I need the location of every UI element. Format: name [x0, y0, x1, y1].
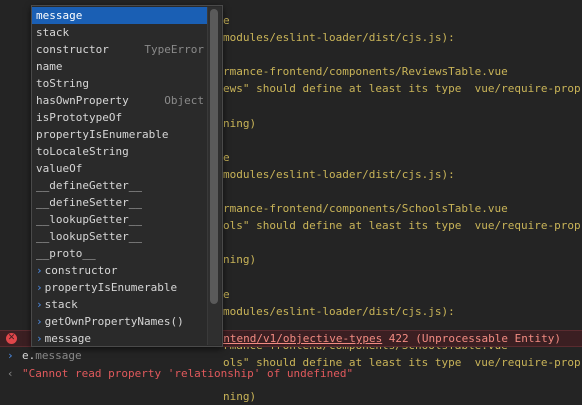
autocomplete-item[interactable]: propertyIsEnumerable	[32, 126, 208, 143]
autocomplete-popup[interactable]: message stack constructor TypeError name toSt…	[31, 5, 223, 347]
autocomplete-item[interactable]: __lookupGetter__	[32, 211, 208, 228]
chevron-right-icon: ›	[36, 315, 43, 328]
result-chevron-icon: ‹	[7, 367, 14, 380]
autocomplete-item[interactable]: isPrototypeOf	[32, 109, 208, 126]
autocomplete-item[interactable]: › getOwnPropertyNames()	[32, 313, 208, 330]
autocomplete-scrollbar[interactable]	[207, 7, 221, 345]
console-input-row[interactable]: › e.message	[0, 347, 582, 365]
autocomplete-item[interactable]: valueOf	[32, 160, 208, 177]
autocomplete-list: message stack constructor TypeError name toSt…	[32, 7, 208, 347]
error-status: 422 (Unprocessable Entity)	[382, 332, 561, 345]
autocomplete-item[interactable]: › constructor	[32, 262, 208, 279]
autocomplete-item-label: toLocaleString	[36, 145, 129, 158]
typed-text: e.	[22, 349, 36, 362]
autocomplete-item-label: name	[36, 60, 63, 73]
error-message: rontend/v1/objective-types 422 (Unproces…	[210, 331, 561, 346]
autocomplete-item-label: toString	[36, 77, 89, 90]
chevron-right-icon: ›	[36, 298, 43, 311]
autocomplete-item[interactable]: › stack	[32, 296, 208, 313]
autocomplete-item[interactable]: › message	[32, 330, 208, 347]
autocomplete-item[interactable]: __lookupSetter__	[32, 228, 208, 245]
console-log-line: ning)	[223, 390, 257, 404]
autocomplete-item-label: message	[36, 9, 83, 22]
autocomplete-item-label: __defineGetter__	[36, 179, 142, 192]
autocomplete-item-label: propertyIsEnumerable	[36, 128, 169, 141]
autocomplete-item[interactable]: __proto__	[32, 245, 208, 262]
autocomplete-item-type-hint: Object	[164, 94, 204, 107]
autocomplete-item-label: propertyIsEnumerable	[44, 281, 178, 294]
scrollbar-thumb[interactable]	[210, 9, 218, 304]
chevron-right-icon: ›	[36, 264, 43, 277]
autocomplete-item[interactable]: toString	[32, 75, 208, 92]
autocomplete-item-label: constructor	[44, 264, 118, 277]
autocomplete-item-label: hasOwnProperty	[36, 94, 129, 107]
prompt-chevron-icon: ›	[7, 349, 14, 362]
chevron-right-icon: ›	[36, 281, 43, 294]
autocomplete-item[interactable]: __defineSetter__	[32, 194, 208, 211]
autocomplete-item-type-hint: TypeError	[144, 43, 204, 56]
autocomplete-item[interactable]: name	[32, 58, 208, 75]
autocomplete-item[interactable]: › propertyIsEnumerable	[32, 279, 208, 296]
completion-suggestion: message	[35, 349, 82, 362]
autocomplete-item-label: constructor	[36, 43, 109, 56]
autocomplete-item[interactable]: toLocaleString	[32, 143, 208, 160]
autocomplete-item-label: isPrototypeOf	[36, 111, 123, 124]
autocomplete-item-label: getOwnPropertyNames()	[44, 315, 184, 328]
autocomplete-item[interactable]: stack	[32, 24, 208, 41]
autocomplete-item-label: __proto__	[36, 247, 96, 260]
console-panel: e modules/eslint-loader/dist/cjs.js): rman…	[0, 0, 582, 403]
autocomplete-item-label: __defineSetter__	[36, 196, 142, 209]
autocomplete-item-label: valueOf	[36, 162, 83, 175]
autocomplete-item-label: stack	[36, 26, 70, 39]
console-input[interactable]: e.message	[22, 347, 82, 365]
console-result-row: ‹ "Cannot read property 'relationship' o…	[0, 365, 582, 383]
autocomplete-item-label: __lookupGetter__	[36, 213, 142, 226]
result-value: "Cannot read property 'relationship' of …	[22, 367, 354, 380]
autocomplete-item-label: __lookupSetter__	[36, 230, 142, 243]
autocomplete-item-label: message	[44, 332, 91, 345]
autocomplete-item[interactable]: __defineGetter__	[32, 177, 208, 194]
autocomplete-item[interactable]: constructor TypeError	[32, 41, 208, 58]
chevron-right-icon: ›	[36, 332, 43, 345]
autocomplete-item[interactable]: hasOwnProperty Object	[32, 92, 208, 109]
error-url-link[interactable]: rontend/v1/objective-types	[210, 332, 382, 345]
error-icon: ✕	[6, 333, 17, 344]
autocomplete-item[interactable]: message	[32, 7, 208, 24]
autocomplete-item-label: stack	[44, 298, 78, 311]
